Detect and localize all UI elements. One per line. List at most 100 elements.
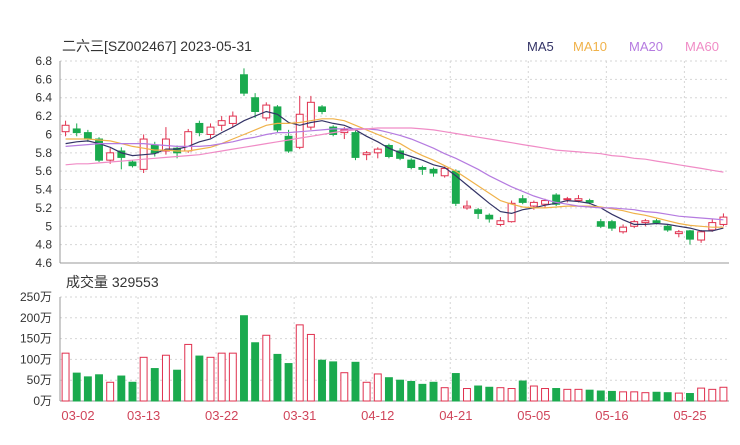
volume-bar — [596, 390, 605, 402]
volume-bar — [541, 388, 549, 402]
candle-body — [184, 131, 193, 152]
price-tick-label: 4.8 — [35, 238, 52, 252]
volume-bar — [273, 353, 282, 402]
volume-bar — [83, 376, 92, 402]
volume-bar — [95, 374, 103, 402]
candle-body — [596, 221, 605, 227]
volume-bar — [173, 369, 182, 402]
candlestick-series — [61, 68, 728, 245]
date-tick-label: 03-22 — [205, 408, 238, 423]
volume-bar — [485, 386, 494, 402]
volume-bar — [507, 388, 516, 402]
volume-bar — [451, 373, 460, 402]
date-x-axis: 03-02 03-13 03-22 03-31 04-12 04-21 05-05 05-16… — [61, 408, 706, 423]
candle-body — [619, 226, 628, 233]
volume-bar — [128, 381, 137, 402]
volume-bar — [652, 391, 661, 402]
volume-bar — [106, 381, 115, 402]
candle-body — [607, 221, 616, 229]
candle-body — [541, 200, 549, 205]
candle-body — [708, 222, 717, 231]
volume-bar — [139, 356, 148, 402]
candle-body — [95, 138, 103, 161]
date-tick-label: 03-13 — [127, 408, 160, 423]
candle-body — [518, 198, 527, 203]
volume-bar — [418, 383, 427, 402]
price-tick-label: 5 — [45, 219, 52, 233]
candle-body — [496, 220, 505, 225]
ma-line-ma5 — [65, 110, 724, 232]
price-y-axis: 6.8 6.6 6.4 6.2 6 5.8 5.6 5.4 5.2 5 4.8 4.6 — [35, 54, 52, 270]
legend-ma10: MA10 — [573, 39, 607, 54]
volume-tick-label: 200万 — [20, 311, 52, 325]
volume-tick-label: 0万 — [33, 394, 52, 408]
date-tick-label: 05-25 — [673, 408, 706, 423]
price-tick-label: 5.2 — [35, 201, 52, 215]
candle-body — [251, 97, 260, 112]
legend-ma60: MA60 — [685, 39, 719, 54]
volume-bar — [674, 392, 683, 402]
volume-bar — [240, 315, 248, 402]
volume-bar — [351, 361, 360, 402]
volume-bar — [362, 381, 371, 402]
candle-body — [351, 132, 360, 158]
candle-body — [485, 214, 494, 220]
volume-bar — [117, 375, 126, 402]
volume-tick-label: 150万 — [20, 332, 52, 346]
volume-bar — [61, 352, 70, 402]
volume-bar — [306, 333, 315, 402]
candle-body — [719, 216, 728, 225]
price-tick-label: 4.6 — [35, 256, 52, 270]
date-tick-label: 05-05 — [517, 408, 550, 423]
volume-bar — [295, 324, 304, 402]
price-tick-label: 5.8 — [35, 146, 52, 160]
volume-bar — [329, 361, 338, 402]
candle-body — [585, 200, 594, 203]
volume-bar — [150, 368, 159, 402]
volume-bar — [607, 390, 616, 402]
price-grid — [59, 60, 729, 264]
volume-bar — [161, 354, 170, 402]
volume-bar — [318, 359, 326, 402]
price-tick-label: 6.8 — [35, 54, 52, 68]
chart-title: 二六三[SZ002467] 2023-05-31 — [62, 38, 252, 54]
candle-body — [240, 74, 248, 94]
candle-body — [83, 132, 92, 140]
volume-bar — [708, 388, 717, 402]
legend-ma5: MA5 — [527, 39, 554, 54]
volume-bar — [262, 334, 271, 402]
volume-bar — [373, 373, 382, 402]
volume-tick-label: 250万 — [20, 290, 52, 304]
volume-y-axis: 250万 200万 150万 100万 50万 0万 — [20, 290, 52, 408]
legend-ma20: MA20 — [629, 39, 663, 54]
date-tick-label: 04-12 — [361, 408, 394, 423]
candle-body — [697, 231, 706, 241]
price-tick-label: 6.6 — [35, 72, 52, 86]
price-tick-label: 6 — [45, 127, 52, 141]
candle-body — [652, 220, 661, 224]
candle-body — [463, 205, 471, 209]
candle-body — [318, 106, 326, 112]
candle-body — [284, 135, 293, 152]
volume-bar — [429, 381, 438, 402]
volume-bar — [474, 385, 483, 402]
candle-body — [217, 120, 226, 126]
ma-line-ma10 — [65, 118, 724, 228]
volume-bar — [663, 392, 672, 402]
volume-bar — [407, 380, 416, 402]
price-tick-label: 5.6 — [35, 164, 52, 178]
candle-body — [474, 209, 483, 214]
candle-body — [195, 122, 204, 134]
candle-body — [206, 126, 215, 135]
stock-chart: 二六三[SZ002467] 2023-05-31 MA5 MA10 MA20 MA60… — [0, 0, 740, 440]
candle-body — [228, 115, 237, 124]
volume-bar — [184, 343, 193, 402]
price-tick-label: 5.4 — [35, 183, 52, 197]
candle-body — [106, 152, 115, 161]
volume-bar — [697, 387, 706, 402]
candle-body — [641, 220, 650, 224]
candle-body — [674, 231, 683, 235]
date-tick-label: 04-21 — [439, 408, 472, 423]
candle-body — [407, 159, 416, 169]
candle-body — [295, 113, 304, 148]
